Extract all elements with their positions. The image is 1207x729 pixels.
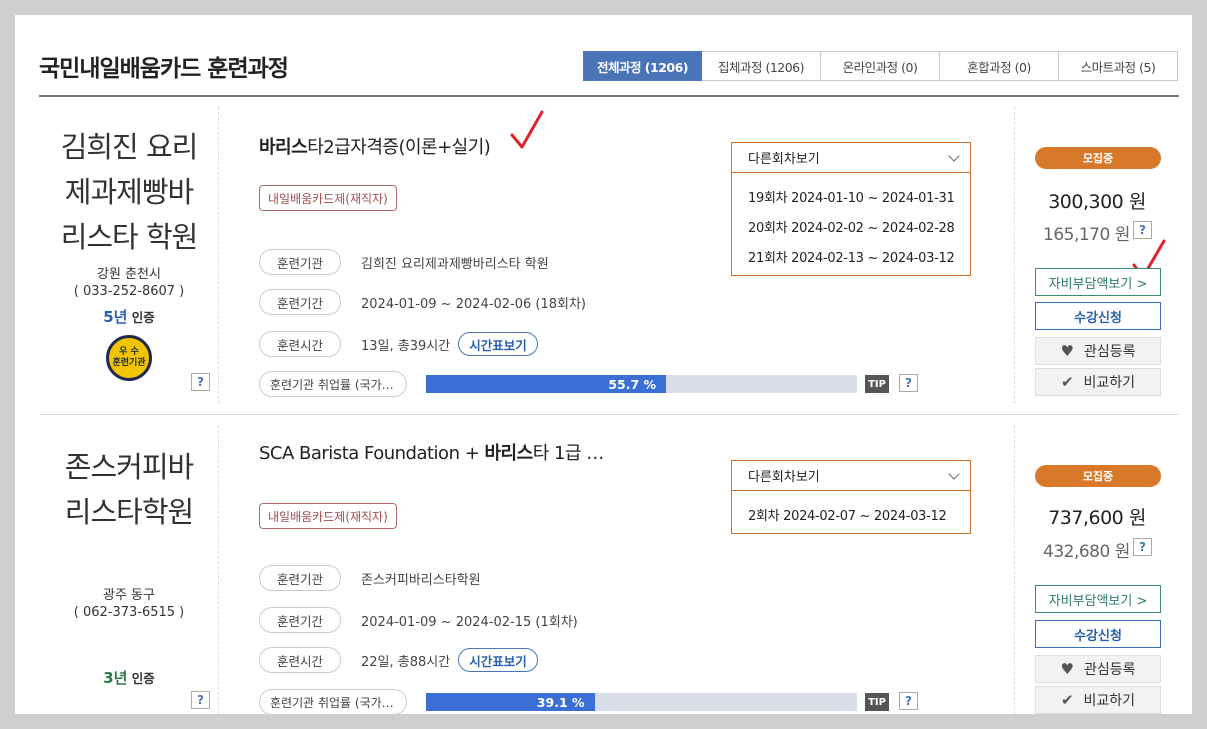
- period-row: 훈련기간 2024-01-09 ~ 2024-02-06 (18회차): [259, 289, 586, 315]
- institution-location: 강원 춘천시 ( 033-252-8607 ): [39, 266, 219, 300]
- employment-rate-bar: 39.1 %: [426, 693, 857, 711]
- divider: [218, 425, 219, 714]
- status-badge: 모집중: [1035, 147, 1161, 169]
- self-pay-price: 432,680 원: [1043, 542, 1130, 562]
- time-row: 훈련시간 13일, 총39시간 시간표보기: [259, 331, 538, 357]
- institution-row: 훈련기관 김희진 요리제과제빵바리스타 학원: [259, 249, 549, 275]
- round-item[interactable]: 21회차 2024-02-13 ~ 2024-03-12: [732, 241, 970, 271]
- institution-value: 김희진 요리제과제빵바리스타 학원: [361, 256, 549, 272]
- institution-value: 존스커피바리스타학원: [361, 572, 481, 588]
- course-type-tabs: 전체과정 (1206) 집체과정 (1206) 온라인과정 (0) 혼합과정 (…: [583, 51, 1178, 81]
- tab-all[interactable]: 전체과정 (1206): [583, 51, 702, 81]
- help-button[interactable]: ?: [191, 373, 210, 391]
- excellent-institution-badge-icon: 우 수 훈련기관: [106, 335, 152, 381]
- employment-rate-fill: 39.1 %: [426, 693, 595, 711]
- other-rounds-toggle[interactable]: 다른회차보기: [732, 461, 970, 491]
- self-pay-button[interactable]: 자비부담액보기 >: [1035, 268, 1161, 296]
- apply-button[interactable]: 수강신청: [1035, 302, 1161, 330]
- compare-button[interactable]: ✔ 비교하기: [1035, 368, 1161, 396]
- tab-classroom[interactable]: 집체과정 (1206): [702, 51, 821, 81]
- rounds-list: 2회차 2024-02-07 ~ 2024-03-12: [732, 491, 970, 533]
- price-panel: 모집중 300,300 원 165,170 원 ? 자비부담액보기 > 수강신청…: [1015, 97, 1179, 414]
- period-value: 2024-01-09 ~ 2024-02-06 (18회차): [361, 296, 586, 312]
- institution-row: 훈련기관 존스커피바리스타학원: [259, 565, 481, 591]
- course-tag: 내일배움카드제(재직자): [259, 503, 397, 529]
- certification: 5년 인증: [103, 308, 155, 326]
- round-item[interactable]: 19회차 2024-01-10 ~ 2024-01-31: [732, 181, 970, 211]
- chevron-down-icon: [948, 467, 960, 480]
- course-title[interactable]: SCA Barista Foundation + 바리스타 1급 …: [259, 439, 604, 465]
- tip-button[interactable]: TIP: [865, 375, 889, 393]
- employment-row: 훈련기관 취업률 (국가…: [259, 371, 407, 397]
- checkmark-annotation-icon: [510, 110, 544, 149]
- course-title[interactable]: 바리스타2급자격증(이론+실기): [259, 133, 491, 159]
- course-card: 존스커피바 리스타학원 광주 동구 ( 062-373-6515 ) 3년 인증…: [39, 415, 1179, 714]
- institution-location: 광주 동구 ( 062-373-6515 ): [39, 587, 219, 621]
- chevron-down-icon: [948, 149, 960, 162]
- time-value: 22일, 총88시간: [361, 654, 451, 670]
- employment-rate-label[interactable]: 훈련기관 취업률 (국가…: [259, 689, 407, 714]
- compare-button[interactable]: ✔ 비교하기: [1035, 686, 1161, 714]
- help-button[interactable]: ?: [1133, 538, 1152, 556]
- tab-online[interactable]: 온라인과정 (0): [821, 51, 940, 81]
- page-title: 국민내일배움카드 훈련과정: [39, 56, 289, 82]
- like-button[interactable]: ♥ 관심등록: [1035, 337, 1161, 365]
- self-pay-button[interactable]: 자비부담액보기 >: [1035, 585, 1161, 613]
- employment-rate-label[interactable]: 훈련기관 취업률 (국가…: [259, 371, 407, 397]
- institution-phone: ( 062-373-6515 ): [73, 605, 185, 620]
- rounds-list: 19회차 2024-01-10 ~ 2024-01-31 20회차 2024-0…: [732, 173, 970, 275]
- tip-button[interactable]: TIP: [865, 693, 889, 711]
- divider: [218, 107, 219, 404]
- round-item[interactable]: 20회차 2024-02-02 ~ 2024-02-28: [732, 211, 970, 241]
- apply-button[interactable]: 수강신청: [1035, 620, 1161, 648]
- timetable-button[interactable]: 시간표보기: [458, 648, 538, 672]
- status-badge: 모집중: [1035, 465, 1161, 487]
- help-button[interactable]: ?: [191, 691, 210, 709]
- price: 300,300 원: [1048, 191, 1146, 213]
- page: 국민내일배움카드 훈련과정 전체과정 (1206) 집체과정 (1206) 온라…: [15, 15, 1192, 714]
- period-value: 2024-01-09 ~ 2024-02-15 (1회차): [361, 614, 578, 630]
- help-button[interactable]: ?: [899, 374, 918, 392]
- institution-panel: 존스커피바 리스타학원 광주 동구 ( 062-373-6515 ) 3년 인증: [39, 415, 219, 714]
- institution-phone: ( 033-252-8607 ): [73, 284, 185, 299]
- help-button[interactable]: ?: [899, 692, 918, 710]
- institution-name: 김희진 요리 제과제빵바 리스타 학원: [60, 130, 199, 254]
- check-icon: ✔: [1060, 691, 1074, 709]
- price-panel: 모집중 737,600 원 432,680 원 ? 자비부담액보기 > 수강신청…: [1015, 415, 1179, 714]
- employment-rate-bar: 55.7 %: [426, 375, 857, 393]
- institution-name: 존스커피바 리스타학원: [64, 450, 194, 529]
- timetable-button[interactable]: 시간표보기: [458, 332, 538, 356]
- check-icon: ✔: [1060, 373, 1074, 391]
- price: 737,600 원: [1048, 507, 1146, 529]
- other-rounds-toggle[interactable]: 다른회차보기: [732, 143, 970, 173]
- employment-rate-fill: 55.7 %: [426, 375, 667, 393]
- tab-blended[interactable]: 혼합과정 (0): [940, 51, 1059, 81]
- heart-icon: ♥: [1060, 660, 1074, 678]
- certification: 3년 인증: [103, 669, 155, 687]
- round-item[interactable]: 2회차 2024-02-07 ~ 2024-03-12: [732, 499, 970, 529]
- self-pay-price: 165,170 원: [1043, 225, 1130, 245]
- time-row: 훈련시간 22일, 총88시간 시간표보기: [259, 647, 538, 673]
- heart-icon: ♥: [1060, 342, 1074, 360]
- institution-panel: 김희진 요리 제과제빵바 리스타 학원 강원 춘천시 ( 033-252-860…: [39, 97, 219, 414]
- other-rounds-dropdown: 다른회차보기 2회차 2024-02-07 ~ 2024-03-12: [731, 460, 971, 534]
- like-button[interactable]: ♥ 관심등록: [1035, 655, 1161, 683]
- period-row: 훈련기간 2024-01-09 ~ 2024-02-15 (1회차): [259, 607, 578, 633]
- course-tag: 내일배움카드제(재직자): [259, 185, 397, 211]
- other-rounds-dropdown: 다른회차보기 19회차 2024-01-10 ~ 2024-01-31 20회차…: [731, 142, 971, 276]
- time-value: 13일, 총39시간: [361, 338, 451, 354]
- employment-row: 훈련기관 취업률 (국가…: [259, 689, 407, 714]
- course-card: 김희진 요리 제과제빵바 리스타 학원 강원 춘천시 ( 033-252-860…: [39, 97, 1179, 415]
- tab-smart[interactable]: 스마트과정 (5): [1059, 51, 1178, 81]
